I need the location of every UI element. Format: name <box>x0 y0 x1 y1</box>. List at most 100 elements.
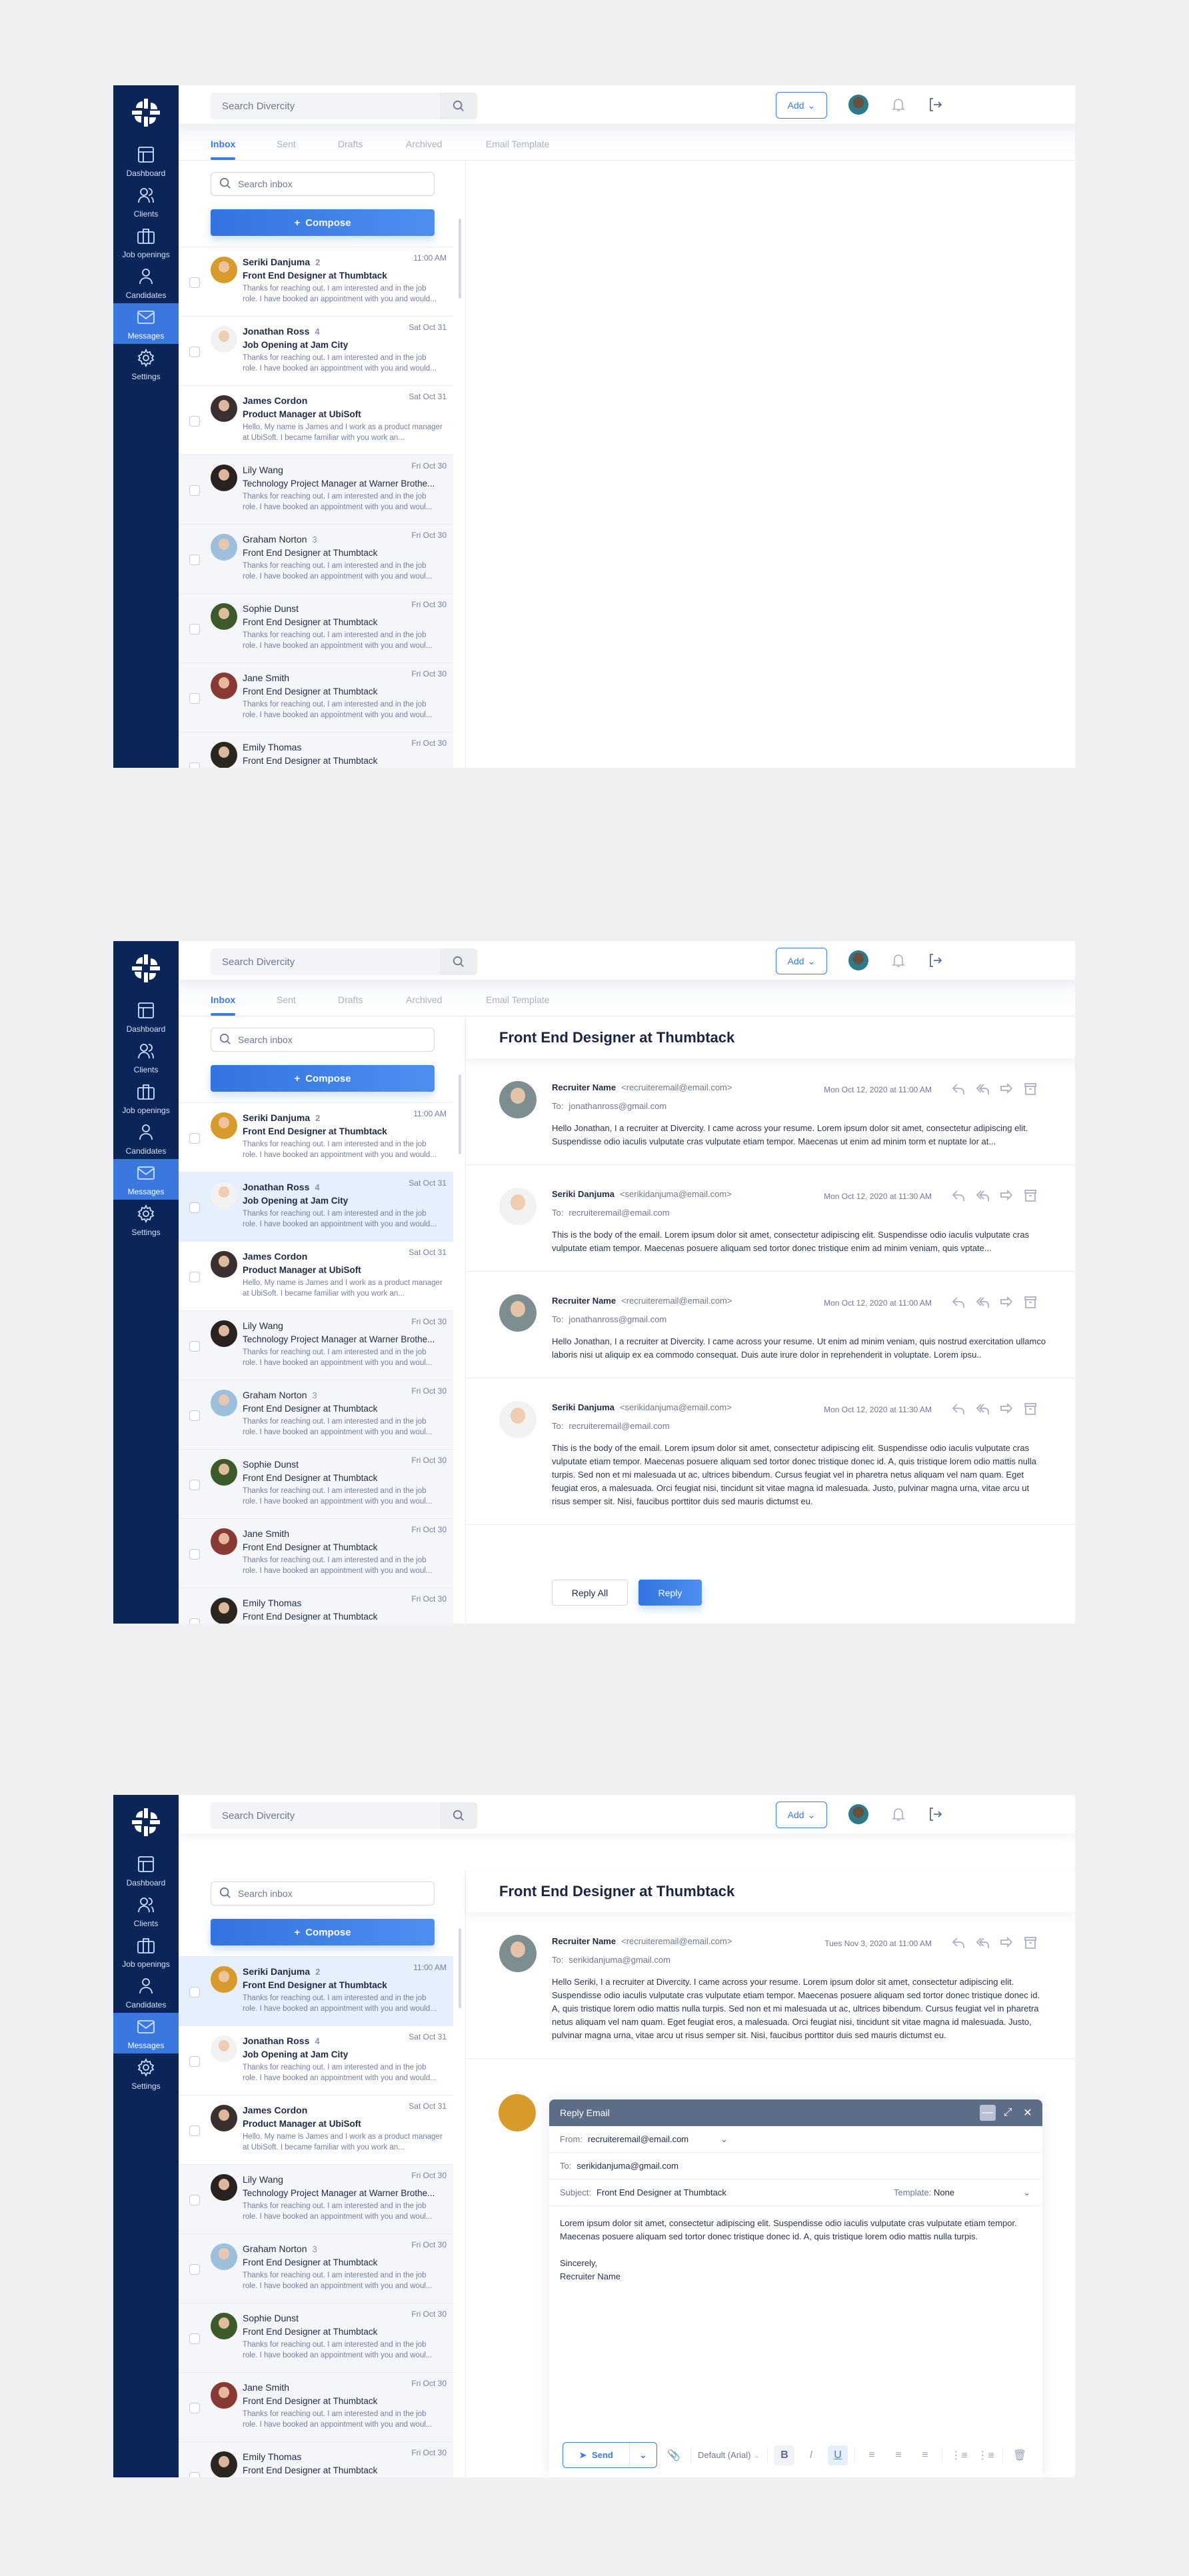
align-left-icon[interactable]: ≡ <box>862 2445 882 2465</box>
expand-icon[interactable]: ⤢ <box>1000 2105 1016 2121</box>
conversation-item[interactable]: Jonathan Ross 4 Job Opening at Jam City T… <box>179 316 453 385</box>
logout-icon[interactable] <box>927 97 943 113</box>
forward-icon[interactable] <box>998 1188 1014 1204</box>
chevron-down-icon[interactable]: ⌄ <box>720 2134 728 2145</box>
bold-icon[interactable]: B <box>774 2445 794 2465</box>
tab-inbox[interactable]: Inbox <box>211 994 236 1016</box>
select-checkbox[interactable] <box>189 555 200 565</box>
font-select[interactable]: Default (Arial) ⌄ <box>698 2450 760 2461</box>
select-checkbox[interactable] <box>189 2264 200 2275</box>
inbox-search-input[interactable]: Search inbox <box>211 1882 435 1906</box>
sidebar-item-settings[interactable]: Settings <box>113 344 179 385</box>
sidebar-item-job-openings[interactable]: Job openings <box>113 1932 179 1972</box>
global-search-input[interactable]: Search Divercity <box>211 93 477 119</box>
tab-drafts[interactable]: Drafts <box>338 139 363 149</box>
conversation-item[interactable]: Jane Smith Front End Designer at Thumbta… <box>179 1518 453 1588</box>
select-checkbox[interactable] <box>189 1480 200 1490</box>
conversation-item[interactable]: Seriki Danjuma 2 Front End Designer at Th… <box>179 1102 453 1172</box>
select-checkbox[interactable] <box>189 693 200 704</box>
list-scrollbar[interactable] <box>459 219 461 299</box>
sidebar-item-messages[interactable]: Messages <box>113 1159 179 1200</box>
reply-all-icon[interactable] <box>974 1401 990 1417</box>
select-checkbox[interactable] <box>189 277 200 288</box>
select-checkbox[interactable] <box>189 416 200 427</box>
conversation-item[interactable]: Seriki Danjuma 2 Front End Designer at Th… <box>179 247 453 316</box>
numbered-list-icon[interactable]: ⋮≡ <box>949 2445 969 2465</box>
inbox-search-input[interactable]: Search inbox <box>211 172 435 196</box>
conversation-item[interactable]: Lily Wang Technology Project Manager at … <box>179 455 453 524</box>
global-search-input[interactable]: Search Divercity <box>211 1802 477 1829</box>
logout-icon[interactable] <box>927 952 943 968</box>
to-field[interactable]: To: serikidanjuma@gmail.com <box>549 2153 1042 2179</box>
search-button[interactable] <box>440 948 477 975</box>
conversation-item[interactable]: Jane Smith Front End Designer at Thumbta… <box>179 662 453 732</box>
select-checkbox[interactable] <box>189 762 200 768</box>
conversation-item[interactable]: Jonathan Ross 4 Job Opening at Jam City T… <box>179 2025 453 2095</box>
sidebar-item-clients[interactable]: Clients <box>113 1891 179 1932</box>
conversation-item[interactable]: Lily Wang Technology Project Manager at … <box>179 1310 453 1380</box>
tab-archived[interactable]: Archived <box>406 139 442 149</box>
italic-icon[interactable]: I <box>801 2445 821 2465</box>
sidebar-item-settings[interactable]: Settings <box>113 1200 179 1240</box>
select-checkbox[interactable] <box>189 347 200 357</box>
select-checkbox[interactable] <box>189 1133 200 1144</box>
select-checkbox[interactable] <box>189 2403 200 2413</box>
global-search-input[interactable]: Search Divercity <box>211 948 477 975</box>
inbox-search-input[interactable]: Search inbox <box>211 1028 435 1052</box>
tab-email-template[interactable]: Email Template <box>486 994 549 1005</box>
archive-icon[interactable] <box>1022 1294 1038 1310</box>
align-center-icon[interactable]: ≡ <box>888 2445 908 2465</box>
conversation-item[interactable]: Jonathan Ross 4 Job Opening at Jam City T… <box>179 1172 453 1241</box>
reply-icon[interactable] <box>950 1294 966 1310</box>
sidebar-item-dashboard[interactable]: Dashboard <box>113 1850 179 1891</box>
sidebar-item-job-openings[interactable]: Job openings <box>113 222 179 263</box>
conversation-item[interactable]: Graham Norton 3 Front End Designer at Thu… <box>179 524 453 593</box>
conversation-item[interactable]: James Cordon Product Manager at UbiSoft … <box>179 2095 453 2164</box>
send-button[interactable]: ➤ Send <box>563 2443 630 2467</box>
sidebar-item-dashboard[interactable]: Dashboard <box>113 996 179 1037</box>
sidebar-item-messages[interactable]: Messages <box>113 303 179 344</box>
search-button[interactable] <box>440 1802 477 1829</box>
select-checkbox[interactable] <box>189 2195 200 2205</box>
sidebar-item-candidates[interactable]: Candidates <box>113 263 179 303</box>
forward-icon[interactable] <box>998 1401 1014 1417</box>
reply-all-icon[interactable] <box>974 1935 990 1951</box>
conversation-item[interactable]: Seriki Danjuma 2 Front End Designer at Th… <box>179 1956 453 2025</box>
archive-icon[interactable] <box>1022 1935 1038 1951</box>
conversation-item[interactable]: Lily Wang Technology Project Manager at … <box>179 2164 453 2233</box>
bell-icon[interactable] <box>890 1806 906 1822</box>
logout-icon[interactable] <box>927 1806 943 1822</box>
align-right-icon[interactable]: ≡ <box>915 2445 935 2465</box>
minimize-icon[interactable]: — <box>980 2105 996 2121</box>
select-checkbox[interactable] <box>189 2125 200 2136</box>
bell-icon[interactable] <box>890 97 906 113</box>
tab-sent[interactable]: Sent <box>277 139 296 149</box>
reply-button[interactable]: Reply <box>638 1580 702 1606</box>
reply-icon[interactable] <box>950 1081 966 1097</box>
select-checkbox[interactable] <box>189 1202 200 1213</box>
select-checkbox[interactable] <box>189 624 200 635</box>
select-checkbox[interactable] <box>189 1341 200 1352</box>
divercity-logo-icon[interactable] <box>129 96 163 129</box>
archive-icon[interactable] <box>1022 1401 1038 1417</box>
conversation-item[interactable]: Sophie Dunst Front End Designer at Thumb… <box>179 593 453 662</box>
user-avatar[interactable] <box>848 95 868 115</box>
attach-icon[interactable]: 📎 <box>664 2445 684 2465</box>
sidebar-item-dashboard[interactable]: Dashboard <box>113 141 179 181</box>
bullet-list-icon[interactable]: ⋮≡ <box>976 2445 996 2465</box>
divercity-logo-icon[interactable] <box>129 1806 163 1839</box>
add-button[interactable]: Add ⌄ <box>776 948 827 974</box>
select-checkbox[interactable] <box>189 1549 200 1560</box>
select-checkbox[interactable] <box>189 1410 200 1421</box>
list-scrollbar[interactable] <box>459 1074 461 1154</box>
divercity-logo-icon[interactable] <box>129 952 163 985</box>
sidebar-item-clients[interactable]: Clients <box>113 1037 179 1078</box>
add-button[interactable]: Add ⌄ <box>776 1802 827 1828</box>
forward-icon[interactable] <box>998 1935 1014 1951</box>
user-avatar[interactable] <box>848 1804 868 1824</box>
conversation-item[interactable]: Emily Thomas Front End Designer at Thumb… <box>179 2441 453 2477</box>
chevron-down-icon[interactable]: ⌄ <box>1023 2187 1030 2198</box>
conversation-item[interactable]: Graham Norton 3 Front End Designer at Thu… <box>179 2233 453 2303</box>
sidebar-item-candidates[interactable]: Candidates <box>113 1972 179 2013</box>
forward-icon[interactable] <box>998 1294 1014 1310</box>
